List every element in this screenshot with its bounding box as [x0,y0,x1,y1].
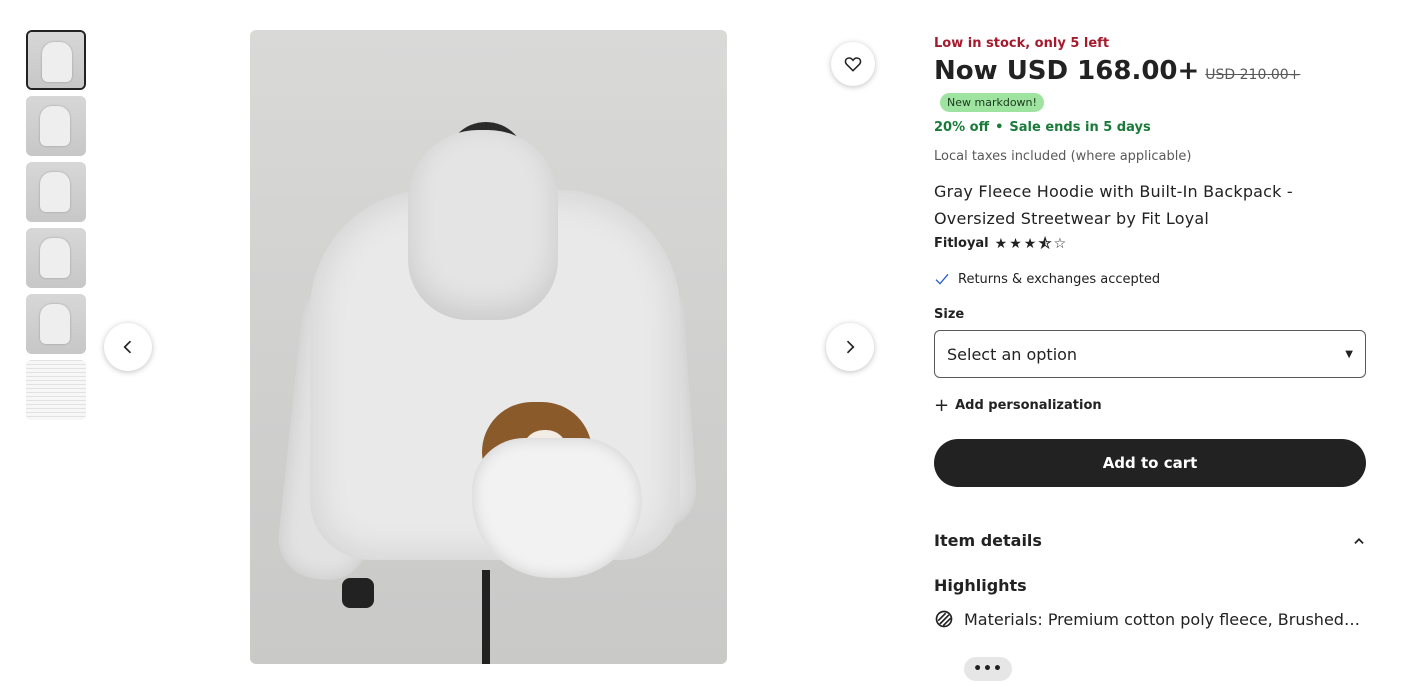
price-row: Now USD 168.00+ USD 210.00+ [934,56,1366,90]
materials-icon [935,610,953,628]
thumbnail-2[interactable] [26,96,86,156]
thumbnail-list [26,30,86,426]
highlights-heading: Highlights [934,576,1027,595]
chevron-right-icon [846,340,855,354]
star-half-icon: ⯪ [1038,235,1052,252]
add-personalization-label: Add personalization [955,398,1102,413]
shop-row: Fitloyal ★ ★ ★ ⯪ ☆ [934,236,1366,251]
main-product-image[interactable] [250,30,727,664]
size-label: Size [934,307,965,322]
size-select-value: Select an option [947,344,1078,364]
hoodie-hood [408,130,558,320]
thumbnail-3[interactable] [26,162,86,222]
thumbnail-6[interactable] [26,360,86,420]
chevron-left-icon [123,340,132,354]
stock-note: Low in stock, only 5 left [934,36,1110,51]
product-title: Gray Fleece Hoodie with Built-In Backpac… [934,182,1293,228]
item-details-toggle[interactable]: Item details [934,531,1366,550]
star-full-icon: ★ [1009,235,1022,252]
sale-ends-text: Sale ends in 5 days [1009,120,1151,135]
plus-icon: + [934,394,950,416]
thumbnail-4[interactable] [26,228,86,288]
size-select[interactable]: Select an option ▼ [934,330,1366,378]
caret-down-icon: ▼ [1345,348,1353,360]
add-personalization-button[interactable]: + Add personalization [934,394,1366,416]
discount-text: 20% off [934,120,990,135]
sale-separator: • [995,120,1004,135]
chevron-up-icon [1354,537,1364,544]
favorite-button[interactable] [831,42,875,86]
star-full-icon: ★ [994,235,1008,252]
add-to-cart-button[interactable]: Add to cart [934,439,1366,487]
current-price: Now USD 168.00+ [934,56,1200,86]
more-details-button[interactable]: ••• [964,657,1012,681]
returns-text: Returns & exchanges accepted [958,271,1161,287]
thumbnail-1[interactable] [26,30,86,90]
backpack-pouch [472,438,642,578]
checkmark-icon [935,273,949,285]
mannequin-glove [342,578,374,608]
returns-policy: Returns & exchanges accepted [934,271,1366,287]
heart-icon [844,57,862,72]
star-full-icon: ★ [1023,235,1037,252]
sale-info: 20% off • Sale ends in 5 days [934,120,1366,135]
rating-stars[interactable]: ★ ★ ★ ⯪ ☆ [995,237,1067,251]
previous-image-button[interactable] [104,323,152,371]
original-price: USD 210.00+ [1205,67,1301,83]
shop-name-link[interactable]: Fitloyal [934,236,989,251]
thumbnail-5[interactable] [26,294,86,354]
item-details-label: Item details [934,531,1042,550]
mannequin-stand [482,570,490,664]
product-info-panel: Low in stock, only 5 left Now USD 168.00… [934,36,1366,629]
materials-text: Materials: Premium cotton poly fleece, B… [964,609,1364,629]
taxes-note: Local taxes included (where applicable) [934,149,1192,164]
next-image-button[interactable] [826,323,874,371]
markdown-badge: New markdown! [940,93,1044,112]
star-empty-icon: ☆ [1053,235,1067,252]
materials-row: Materials: Premium cotton poly fleece, B… [934,609,1366,629]
